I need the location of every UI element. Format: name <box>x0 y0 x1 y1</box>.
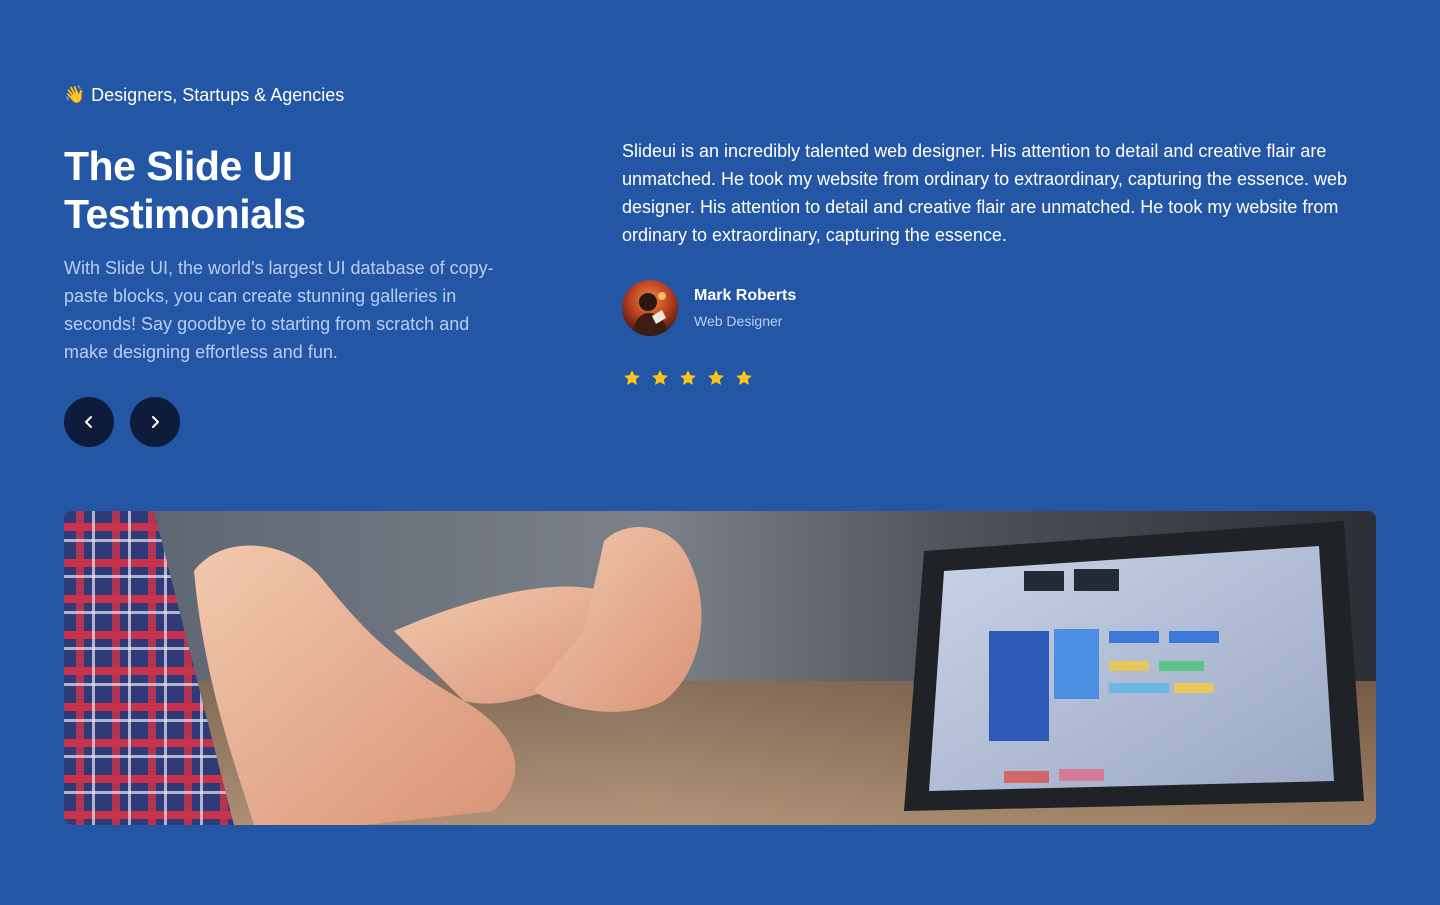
eyebrow-tag: 👋 Designers, Startups & Agencies <box>64 84 344 106</box>
star-icon <box>680 370 696 385</box>
chevron-right-icon <box>152 416 159 428</box>
star-icon <box>652 370 668 385</box>
star-icon <box>736 370 752 385</box>
testimonials-section: 👋 Designers, Startups & Agencies The Sli… <box>0 0 1440 905</box>
previous-button[interactable] <box>64 397 114 447</box>
title-line-1: The Slide UI <box>64 143 293 189</box>
waving-hand-icon: 👋 <box>64 85 86 104</box>
avatar <box>622 280 678 336</box>
page-title: The Slide UI Testimonials <box>64 142 484 238</box>
title-line-2: Testimonials <box>64 191 306 237</box>
next-button[interactable] <box>130 397 180 447</box>
author-role: Web Designer <box>694 313 783 329</box>
star-icon <box>624 370 640 385</box>
testimonial-author: Mark Roberts Web Designer <box>622 280 796 336</box>
star-icon <box>708 370 724 385</box>
testimonial-quote: Slideui is an incredibly talented web de… <box>622 141 1348 245</box>
section-description: With Slide UI, the world's largest UI da… <box>64 258 494 362</box>
hero-photo <box>64 511 1376 825</box>
author-name: Mark Roberts <box>694 287 797 304</box>
chevron-left-icon <box>85 416 92 428</box>
eyebrow-text: Designers, Startups & Agencies <box>91 85 345 105</box>
star-rating <box>622 368 754 388</box>
